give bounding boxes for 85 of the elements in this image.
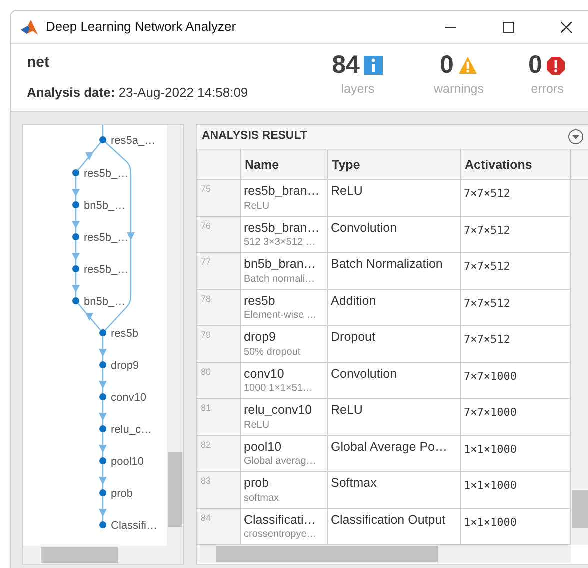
error-icon (546, 56, 566, 76)
table-cell: Batch Normalization (328, 253, 461, 290)
graph-node[interactable] (100, 522, 106, 528)
table-cell: Addition (328, 290, 461, 326)
layer-name: pool10 (244, 438, 283, 456)
table-cell: Convolution (328, 362, 461, 399)
collapse-button[interactable] (567, 128, 585, 146)
graph-node[interactable] (100, 426, 106, 432)
table-cell: Global Average Po… (328, 436, 461, 472)
app-logo-icon (21, 20, 38, 36)
layer-name: relu_conv10 (244, 402, 314, 419)
node-label: bn5b_… (84, 296, 126, 308)
column-header: Type (328, 150, 461, 180)
table-cell: Convolution (328, 216, 461, 253)
table-cell: ReLU (328, 180, 461, 216)
node-label: res5b_… (84, 168, 129, 180)
row-number: 75 (197, 180, 241, 216)
stat-count: 84 (332, 52, 360, 80)
warning-icon (458, 56, 478, 76)
node-label: drop9 (111, 360, 140, 372)
stat-count: 0 (440, 52, 454, 80)
graph-node[interactable] (100, 394, 106, 400)
layer-description: Element-wise … (244, 310, 318, 322)
graph-node[interactable] (100, 490, 106, 496)
graph-node[interactable] (72, 202, 80, 208)
node-label: conv10 (111, 392, 146, 404)
row-number: 79 (197, 326, 241, 362)
graph-node[interactable] (72, 234, 80, 240)
layer-description: 1000 1×1×51… (244, 383, 314, 394)
node-label: res5a_… (111, 135, 156, 147)
layer-description: crossentropye… (244, 529, 318, 540)
layer-name: drop9 (244, 329, 277, 346)
stat-label: layers (341, 80, 375, 98)
table-cell: ReLU (328, 399, 461, 436)
layer-name: res5b_bran… (244, 183, 321, 200)
row-number: 77 (197, 253, 241, 290)
column-header: Name (241, 150, 328, 180)
row-number: 82 (197, 436, 241, 472)
layer-description: 50% dropout (244, 346, 302, 358)
layer-description: softmax (244, 492, 280, 504)
analysis-date: Analysis date: 23-Aug-2022 14:58:09 (27, 84, 248, 102)
maximize-icon (502, 22, 514, 32)
close-icon (560, 22, 572, 32)
column-header: Activations (461, 150, 571, 180)
node-label: relu_c… (111, 424, 152, 436)
table-cell: Dropout (328, 326, 461, 362)
layer-description: 512 3×3×512 … (244, 237, 317, 248)
layer-name: Classificati… (244, 512, 318, 528)
row-number: 78 (197, 290, 241, 326)
layer-name: prob (244, 475, 270, 492)
graph-node[interactable] (100, 458, 106, 464)
network-name: net (27, 53, 50, 73)
layer-description: Global averag… (244, 456, 318, 468)
layer-name: bn5b_bran… (244, 256, 318, 273)
panel-title: ANALYSIS RESULT (202, 129, 308, 144)
graph-node[interactable] (72, 298, 80, 304)
graph-node[interactable] (100, 362, 106, 368)
stat-label: warnings (434, 80, 484, 98)
window-title: Deep Learning Network Analyzer (46, 18, 236, 36)
graph-node[interactable] (100, 330, 106, 336)
row-number: 76 (197, 216, 241, 253)
stat-label: errors (531, 80, 564, 98)
row-number: 81 (197, 399, 241, 436)
node-label: res5b (111, 328, 139, 340)
layer-description: Batch normali… (244, 274, 316, 285)
graph-node[interactable] (100, 136, 106, 144)
row-number: 80 (197, 362, 241, 399)
layer-description: ReLU (244, 420, 271, 431)
row-number: 84 (197, 508, 241, 545)
layer-description: ReLU (244, 200, 271, 212)
layer-name: res5b_bran… (244, 220, 321, 236)
node-label: prob (111, 488, 134, 500)
info-icon (364, 56, 384, 76)
layer-name: res5b (244, 292, 276, 310)
node-label: pool10 (111, 456, 144, 468)
layer-name: conv10 (244, 366, 286, 382)
graph-node[interactable] (72, 266, 80, 272)
row-number: 83 (197, 472, 241, 508)
node-label: res5b_… (84, 264, 129, 276)
stat-count: 0 (528, 52, 542, 80)
node-label: bn5b_… (84, 200, 126, 212)
node-label: res5b_… (84, 232, 129, 244)
table-cell: Softmax (328, 472, 461, 508)
graph-node[interactable] (72, 170, 80, 176)
node-label: Classifi… (111, 520, 158, 532)
